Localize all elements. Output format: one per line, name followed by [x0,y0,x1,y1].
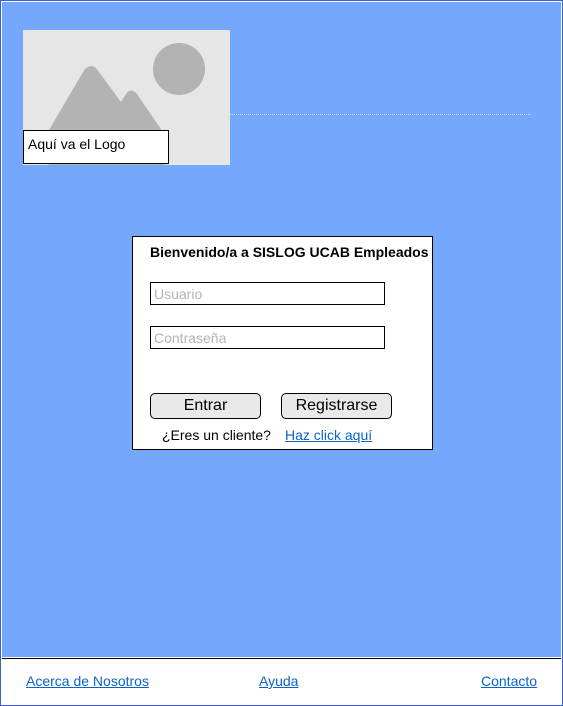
client-question-text: ¿Eres un cliente? [162,427,271,443]
login-title: Bienvenido/a a SISLOG UCAB Empleados [150,244,429,260]
login-card: Bienvenido/a a SISLOG UCAB Empleados Ent… [132,236,433,450]
client-login-link[interactable]: Haz click aquí [285,427,372,443]
register-button[interactable]: Registrarse [281,393,392,419]
username-input[interactable] [150,282,385,305]
footer-link-contact[interactable]: Contacto [481,673,537,689]
footer-link-about[interactable]: Acerca de Nosotros [26,673,149,689]
password-input[interactable] [150,326,385,349]
logo-caption: Aquí va el Logo [23,130,169,164]
login-button[interactable]: Entrar [150,393,261,419]
footer: Acerca de Nosotros Ayuda Contacto [2,658,561,705]
footer-link-help[interactable]: Ayuda [259,673,298,689]
page-frame: Aquí va el Logo Bienvenido/a a SISLOG UC… [0,0,563,706]
header-divider [230,114,531,115]
